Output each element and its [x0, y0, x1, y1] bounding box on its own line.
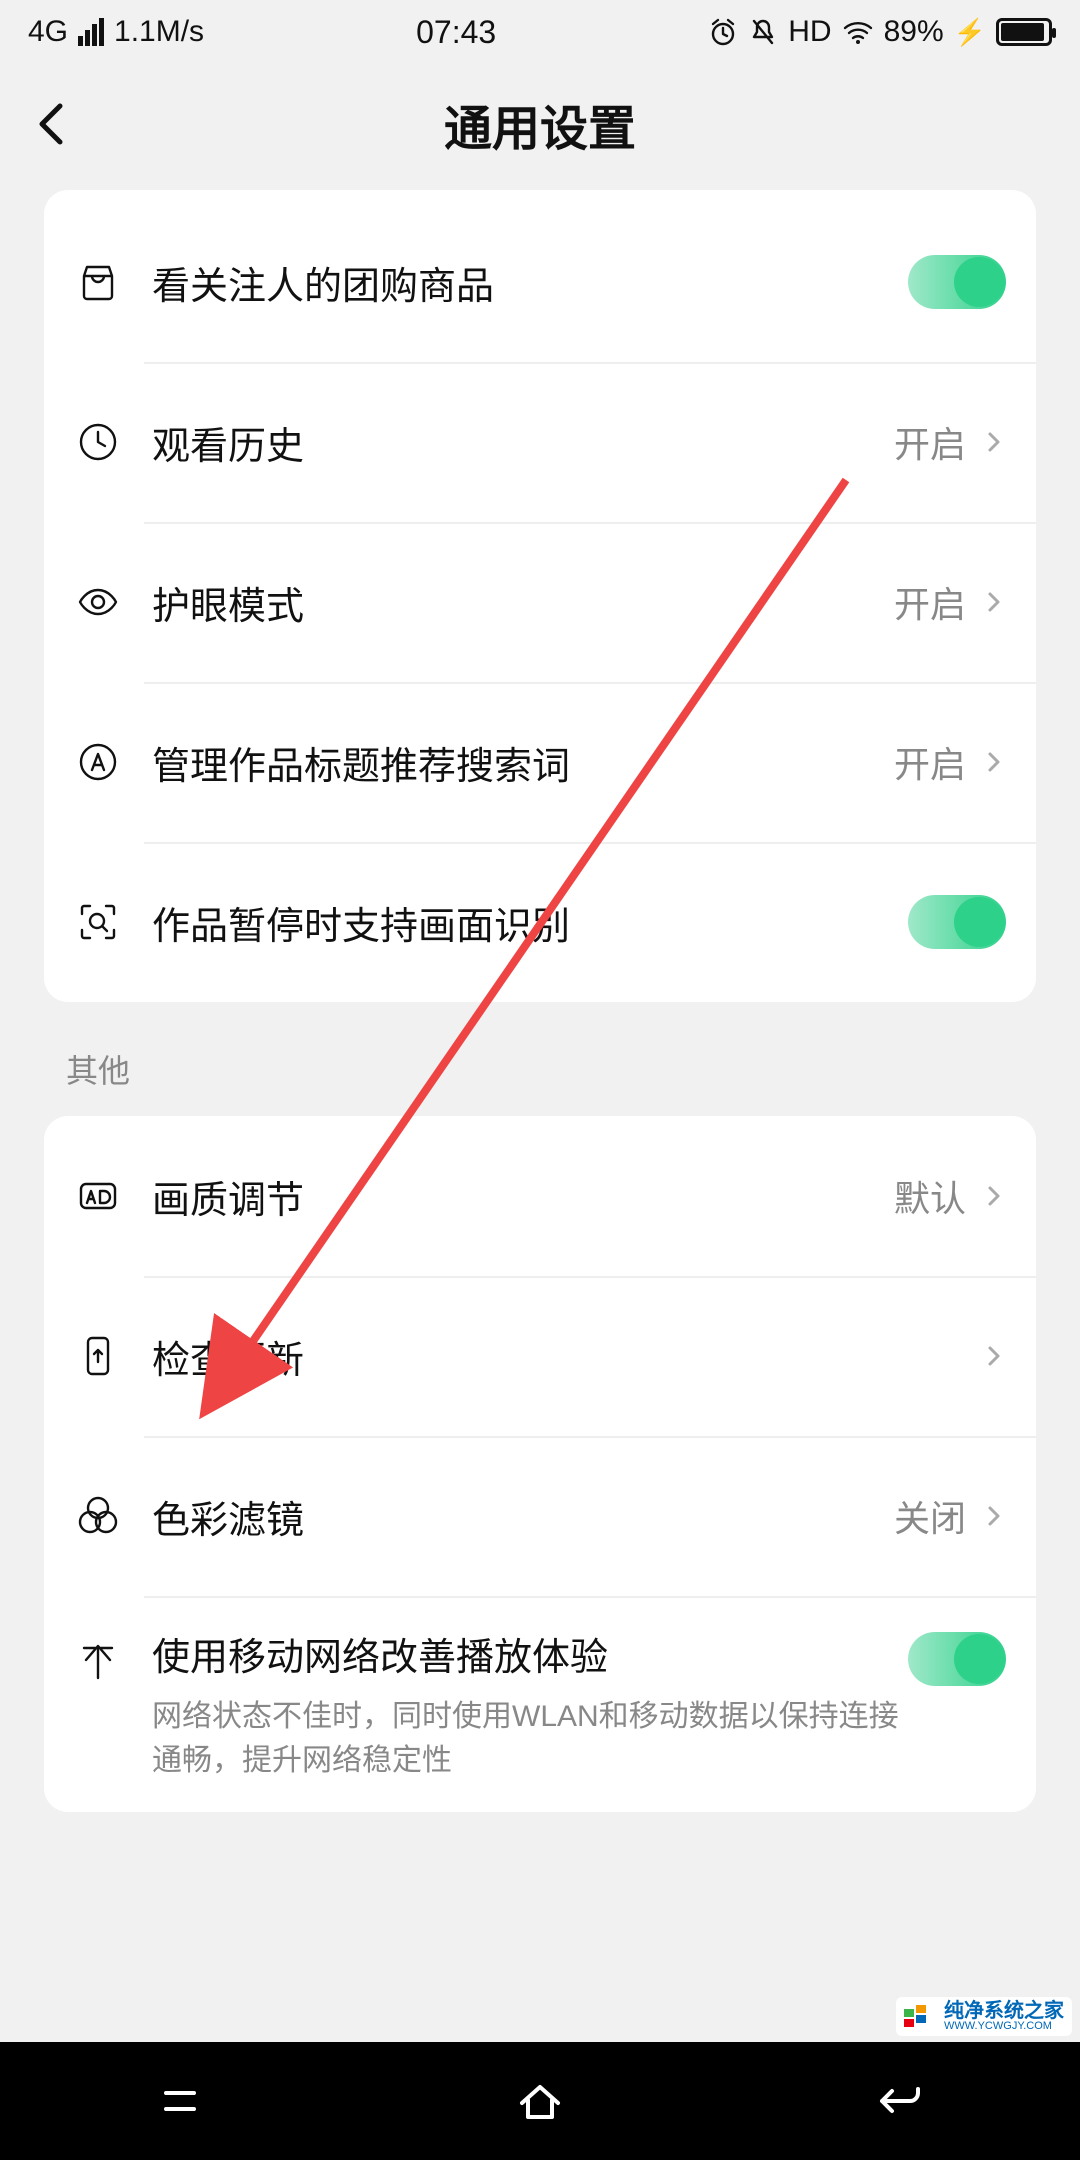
arrow-up-icon [70, 1632, 126, 1688]
row-label: 检查更新 [152, 1329, 982, 1384]
chevron-right-icon [982, 1504, 1006, 1528]
charging-icon: ⚡ [954, 17, 986, 48]
scan-search-icon [70, 894, 126, 950]
network-speed: 1.1M/s [114, 15, 204, 49]
phone-update-icon [70, 1328, 126, 1384]
row-color-filter[interactable]: 色彩滤镜 关闭 [44, 1436, 1036, 1596]
toggle-mobile-boost[interactable] [908, 1632, 1006, 1686]
battery-icon [996, 18, 1052, 46]
row-eye-protect[interactable]: 护眼模式 开启 [44, 522, 1036, 682]
watermark-title: 纯净系统之家 [944, 2001, 1064, 2021]
row-label: 看关注人的团购商品 [152, 255, 908, 310]
row-title-keywords[interactable]: 管理作品标题推荐搜索词 开启 [44, 682, 1036, 842]
shopping-bag-icon [70, 254, 126, 310]
row-label: 画质调节 [152, 1169, 894, 1224]
wifi-icon [842, 16, 874, 48]
signal-icon [78, 18, 104, 46]
battery-percentage: 89% [884, 15, 944, 49]
chevron-right-icon [982, 590, 1006, 614]
back-button[interactable] [28, 100, 76, 148]
mute-icon [748, 17, 778, 47]
title-bar: 通用设置 [0, 64, 1080, 184]
toggle-pause-recognition[interactable] [908, 895, 1006, 949]
hd-indicator: HD [788, 15, 831, 49]
row-value: 默认 [894, 1170, 966, 1222]
watermark-logo-icon [904, 2005, 938, 2029]
status-bar: 4G 1.1M/s 07:43 HD 89% ⚡ [0, 0, 1080, 64]
row-value: 开启 [894, 736, 966, 788]
page-title: 通用设置 [0, 89, 1080, 159]
row-follow-group-buy[interactable]: 看关注人的团购商品 [44, 202, 1036, 362]
nav-recent-button[interactable] [152, 2073, 208, 2129]
row-label: 色彩滤镜 [152, 1489, 894, 1544]
row-label: 管理作品标题推荐搜索词 [152, 735, 894, 790]
row-label: 作品暂停时支持画面识别 [152, 895, 908, 950]
nav-home-button[interactable] [512, 2073, 568, 2129]
network-type: 4G [28, 15, 68, 49]
status-left: 4G 1.1M/s [28, 15, 204, 49]
watermark-url: WWW.YCWGJY.COM [944, 2021, 1064, 2032]
eye-icon [70, 574, 126, 630]
ad-icon [70, 1168, 126, 1224]
watermark: 纯净系统之家 WWW.YCWGJY.COM [896, 1997, 1072, 2036]
section-header-other: 其他 [66, 1046, 1014, 1092]
settings-section-other: 画质调节 默认 检查更新 色彩滤镜 关闭 使用移动网络改善播放体验 网络状态不佳… [44, 1116, 1036, 1812]
row-watch-history[interactable]: 观看历史 开启 [44, 362, 1036, 522]
row-value: 开启 [894, 576, 966, 628]
chevron-right-icon [982, 750, 1006, 774]
alarm-icon [708, 17, 738, 47]
system-nav-bar [0, 2042, 1080, 2160]
settings-section-1: 看关注人的团购商品 观看历史 开启 护眼模式 开启 管理作品标题推荐搜索词 开启… [44, 190, 1036, 1002]
chevron-right-icon [982, 1184, 1006, 1208]
color-filter-icon [70, 1488, 126, 1544]
row-quality-adjust[interactable]: 画质调节 默认 [44, 1116, 1036, 1276]
chevron-right-icon [982, 1344, 1006, 1368]
status-right: HD 89% ⚡ [708, 15, 1052, 49]
nav-back-button[interactable] [872, 2073, 928, 2129]
row-label: 护眼模式 [152, 575, 894, 630]
toggle-follow-group-buy[interactable] [908, 255, 1006, 309]
row-label: 观看历史 [152, 415, 894, 470]
a-circle-icon [70, 734, 126, 790]
row-mobile-boost[interactable]: 使用移动网络改善播放体验 网络状态不佳时，同时使用WLAN和移动数据以保持连接通… [44, 1596, 1036, 1812]
row-label: 使用移动网络改善播放体验 [152, 1626, 908, 1681]
row-subtitle: 网络状态不佳时，同时使用WLAN和移动数据以保持连接通畅，提升网络稳定性 [152, 1695, 908, 1782]
row-pause-recognition[interactable]: 作品暂停时支持画面识别 [44, 842, 1036, 1002]
row-value: 开启 [894, 416, 966, 468]
row-value: 关闭 [894, 1490, 966, 1542]
status-time: 07:43 [204, 14, 708, 51]
clock-icon [70, 414, 126, 470]
row-check-update[interactable]: 检查更新 [44, 1276, 1036, 1436]
chevron-right-icon [982, 430, 1006, 454]
